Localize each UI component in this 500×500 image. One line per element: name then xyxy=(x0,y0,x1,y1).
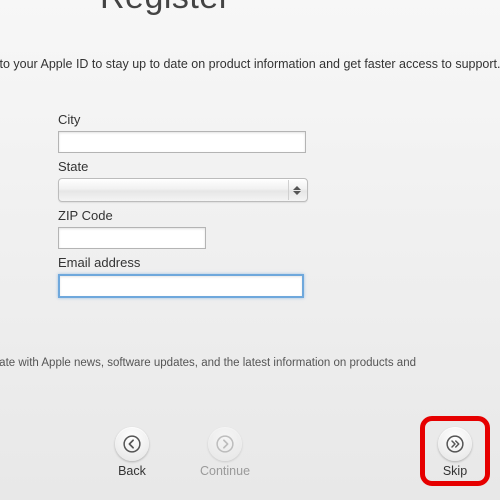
back-button[interactable]: Back xyxy=(115,427,149,478)
skip-button[interactable]: Skip xyxy=(438,427,472,478)
state-label: State xyxy=(58,159,318,174)
fast-forward-icon xyxy=(438,427,472,461)
city-label: City xyxy=(58,112,318,127)
registration-form: City State ZIP Code Email address xyxy=(58,112,318,304)
email-label: Email address xyxy=(58,255,318,270)
subtitle-text: to your Apple ID to stay up to date on p… xyxy=(0,55,500,74)
email-input[interactable] xyxy=(58,274,304,298)
state-select[interactable] xyxy=(58,178,308,202)
zip-label: ZIP Code xyxy=(58,208,318,223)
continue-label: Continue xyxy=(200,464,250,478)
arrow-left-icon xyxy=(115,427,149,461)
state-field-group: State xyxy=(58,159,318,202)
email-field-group: Email address xyxy=(58,255,318,298)
dropdown-stepper-icon xyxy=(288,180,305,200)
continue-button: Continue xyxy=(200,427,250,478)
zip-input[interactable] xyxy=(58,227,206,249)
city-field-group: City xyxy=(58,112,318,153)
skip-label: Skip xyxy=(443,464,467,478)
back-label: Back xyxy=(118,464,146,478)
footer-text: to date with Apple news, software update… xyxy=(0,355,490,371)
city-input[interactable] xyxy=(58,131,306,153)
zip-field-group: ZIP Code xyxy=(58,208,318,249)
page-title: Register xyxy=(100,0,231,17)
arrow-right-icon xyxy=(208,427,242,461)
